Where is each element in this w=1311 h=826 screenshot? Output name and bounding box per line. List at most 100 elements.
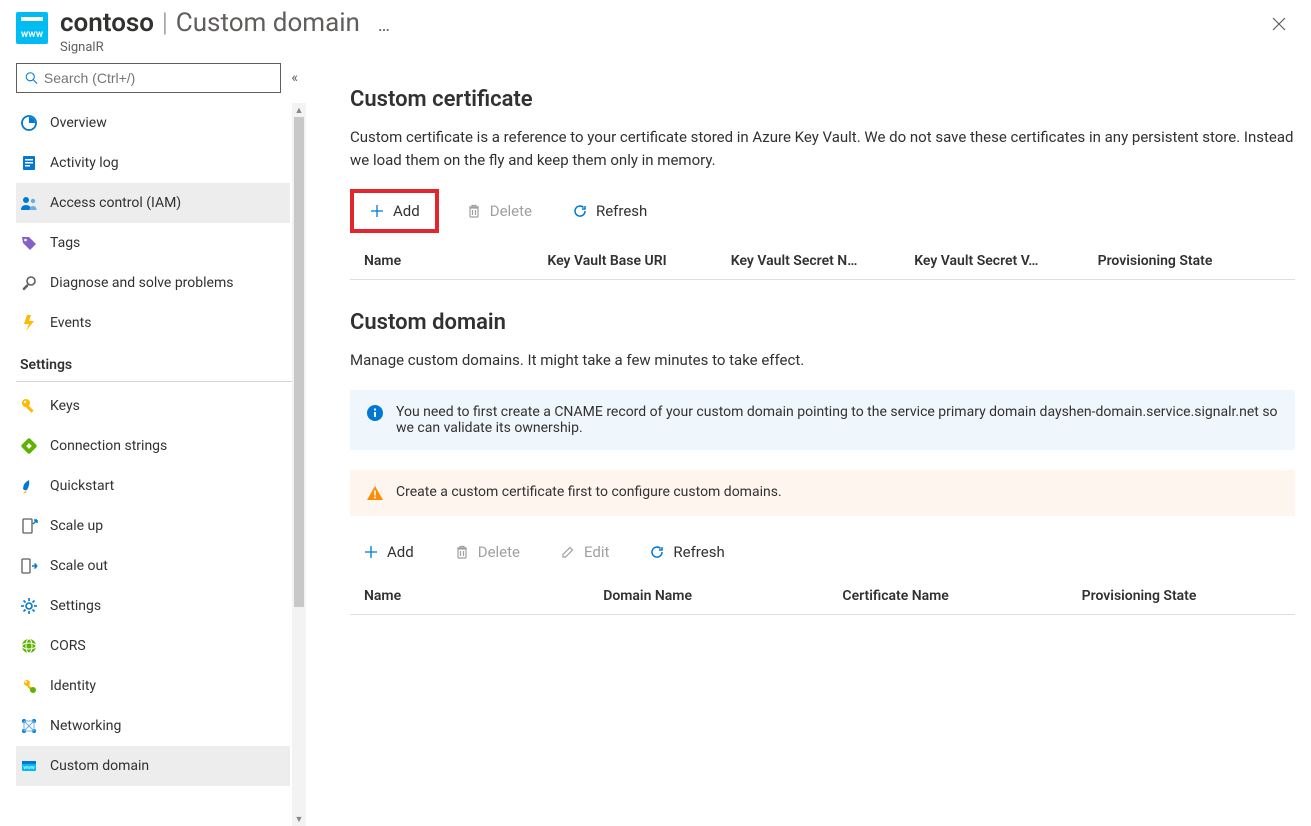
column-header[interactable]: Key Vault Secret N… [731,253,914,269]
certificate-delete-button[interactable]: Delete [453,195,545,227]
sidebar-item-label: Networking [50,718,121,734]
column-header[interactable]: Name [364,588,603,604]
scrollbar[interactable]: ▲ ▼ [292,103,306,826]
sidebar-item-overview[interactable]: Overview [16,103,290,143]
refresh-icon [572,203,588,219]
search-input-wrap[interactable] [16,63,281,93]
sidebar-item-quickstart[interactable]: Quickstart [16,466,290,506]
domain-toolbar: Add Delete Edit Refresh [350,536,1295,568]
sidebar-item-tags[interactable]: Tags [16,223,290,263]
title-separator: | [162,8,168,38]
diagnose-icon [20,274,38,292]
quickstart-icon [20,477,38,495]
delete-icon [466,203,482,219]
sidebar-item-custom-domain[interactable]: www Custom domain [16,746,290,786]
column-header[interactable]: Certificate Name [842,588,1081,604]
sidebar-item-cors[interactable]: CORS [16,626,290,666]
column-header[interactable]: Domain Name [603,588,842,604]
sidebar-item-label: Access control (IAM) [50,195,181,211]
sidebar-item-label: Scale up [50,518,103,534]
button-label: Add [393,202,420,220]
scroll-up-arrow[interactable]: ▲ [292,103,306,117]
certificate-refresh-button[interactable]: Refresh [559,195,660,227]
edit-icon [560,544,576,560]
domain-delete-button[interactable]: Delete [441,536,533,568]
certificate-add-button[interactable]: Add [356,195,433,227]
keys-icon [20,397,38,415]
sidebar-item-access-control[interactable]: Access control (IAM) [16,183,290,223]
button-label: Add [387,543,414,561]
button-label: Refresh [596,202,647,220]
info-icon [366,404,384,422]
svg-text:www: www [23,765,35,771]
nav-top-group: Overview Activity log Access control (IA… [16,103,306,343]
certificate-description: Custom certificate is a reference to you… [350,126,1295,171]
gear-icon [20,597,38,615]
page-title: Custom domain [176,8,360,38]
domain-table-header: Name Domain Name Certificate Name Provis… [350,578,1295,615]
sidebar-item-label: Activity log [50,155,119,171]
sidebar-item-connection-strings[interactable]: Connection strings [16,426,290,466]
domain-info-notice: You need to first create a CNAME record … [350,390,1295,450]
sidebar-item-label: Quickstart [50,478,114,494]
search-input[interactable] [44,70,273,86]
nav-group-settings-label: Settings [16,343,306,377]
certificate-table-header: Name Key Vault Base URI Key Vault Secret… [350,243,1295,280]
domain-edit-button[interactable]: Edit [547,536,622,568]
activity-log-icon [20,154,38,172]
identity-icon [20,677,38,695]
scroll-down-arrow[interactable]: ▼ [292,812,306,826]
sidebar-item-label: Scale out [50,558,108,574]
column-header[interactable]: Name [364,253,547,269]
overview-icon [20,114,38,132]
button-label: Delete [478,543,520,561]
sidebar-item-keys[interactable]: Keys [16,386,290,426]
domain-warn-notice: Create a custom certificate first to con… [350,470,1295,516]
sidebar-item-label: Events [50,315,91,331]
scale-up-icon [20,517,38,535]
sidebar-item-networking[interactable]: Networking [16,706,290,746]
sidebar-item-scale-up[interactable]: Scale up [16,506,290,546]
sidebar-item-settings[interactable]: Settings [16,586,290,626]
add-button-highlight: Add [350,189,439,233]
domain-description: Manage custom domains. It might take a f… [350,349,1295,372]
notice-text: You need to first create a CNAME record … [396,404,1279,436]
sidebar-item-scale-out[interactable]: Scale out [16,546,290,586]
refresh-icon [649,544,665,560]
close-button[interactable] [1263,12,1295,41]
sidebar: « ▲ ▼ Overview Activity log [0,59,306,826]
scroll-thumb[interactable] [294,117,304,607]
scale-out-icon [20,557,38,575]
column-header[interactable]: Provisioning State [1082,588,1281,604]
domain-refresh-button[interactable]: Refresh [636,536,737,568]
warning-icon [366,484,384,502]
certificate-toolbar: Add Delete Refresh [350,189,1295,233]
plus-icon [363,544,379,560]
search-icon [25,71,38,85]
sidebar-item-label: Tags [50,235,80,251]
column-header[interactable]: Key Vault Base URI [547,253,730,269]
domain-heading: Custom domain [350,310,1295,335]
sidebar-item-events[interactable]: Events [16,303,290,343]
sidebar-item-label: Overview [50,115,107,131]
sidebar-item-activity-log[interactable]: Activity log [16,143,290,183]
delete-icon [454,544,470,560]
collapse-sidebar-button[interactable]: « [291,70,298,86]
close-icon [1271,16,1287,32]
button-label: Delete [490,202,532,220]
column-header[interactable]: Key Vault Secret V… [914,253,1097,269]
more-actions-button[interactable]: … [378,15,390,36]
sidebar-item-identity[interactable]: Identity [16,666,290,706]
domain-add-button[interactable]: Add [350,536,427,568]
sidebar-item-diagnose[interactable]: Diagnose and solve problems [16,263,290,303]
page-header: contoso | Custom domain … SignalR [0,0,1311,59]
button-label: Edit [584,543,609,561]
cors-icon [20,637,38,655]
column-header[interactable]: Provisioning State [1098,253,1281,269]
events-icon [20,314,38,332]
sidebar-item-label: Settings [50,598,101,614]
sidebar-item-label: CORS [50,638,86,654]
nav-settings-group: Keys Connection strings Quickstart Scale… [16,386,306,786]
notice-text: Create a custom certificate first to con… [396,484,782,500]
button-label: Refresh [673,543,724,561]
